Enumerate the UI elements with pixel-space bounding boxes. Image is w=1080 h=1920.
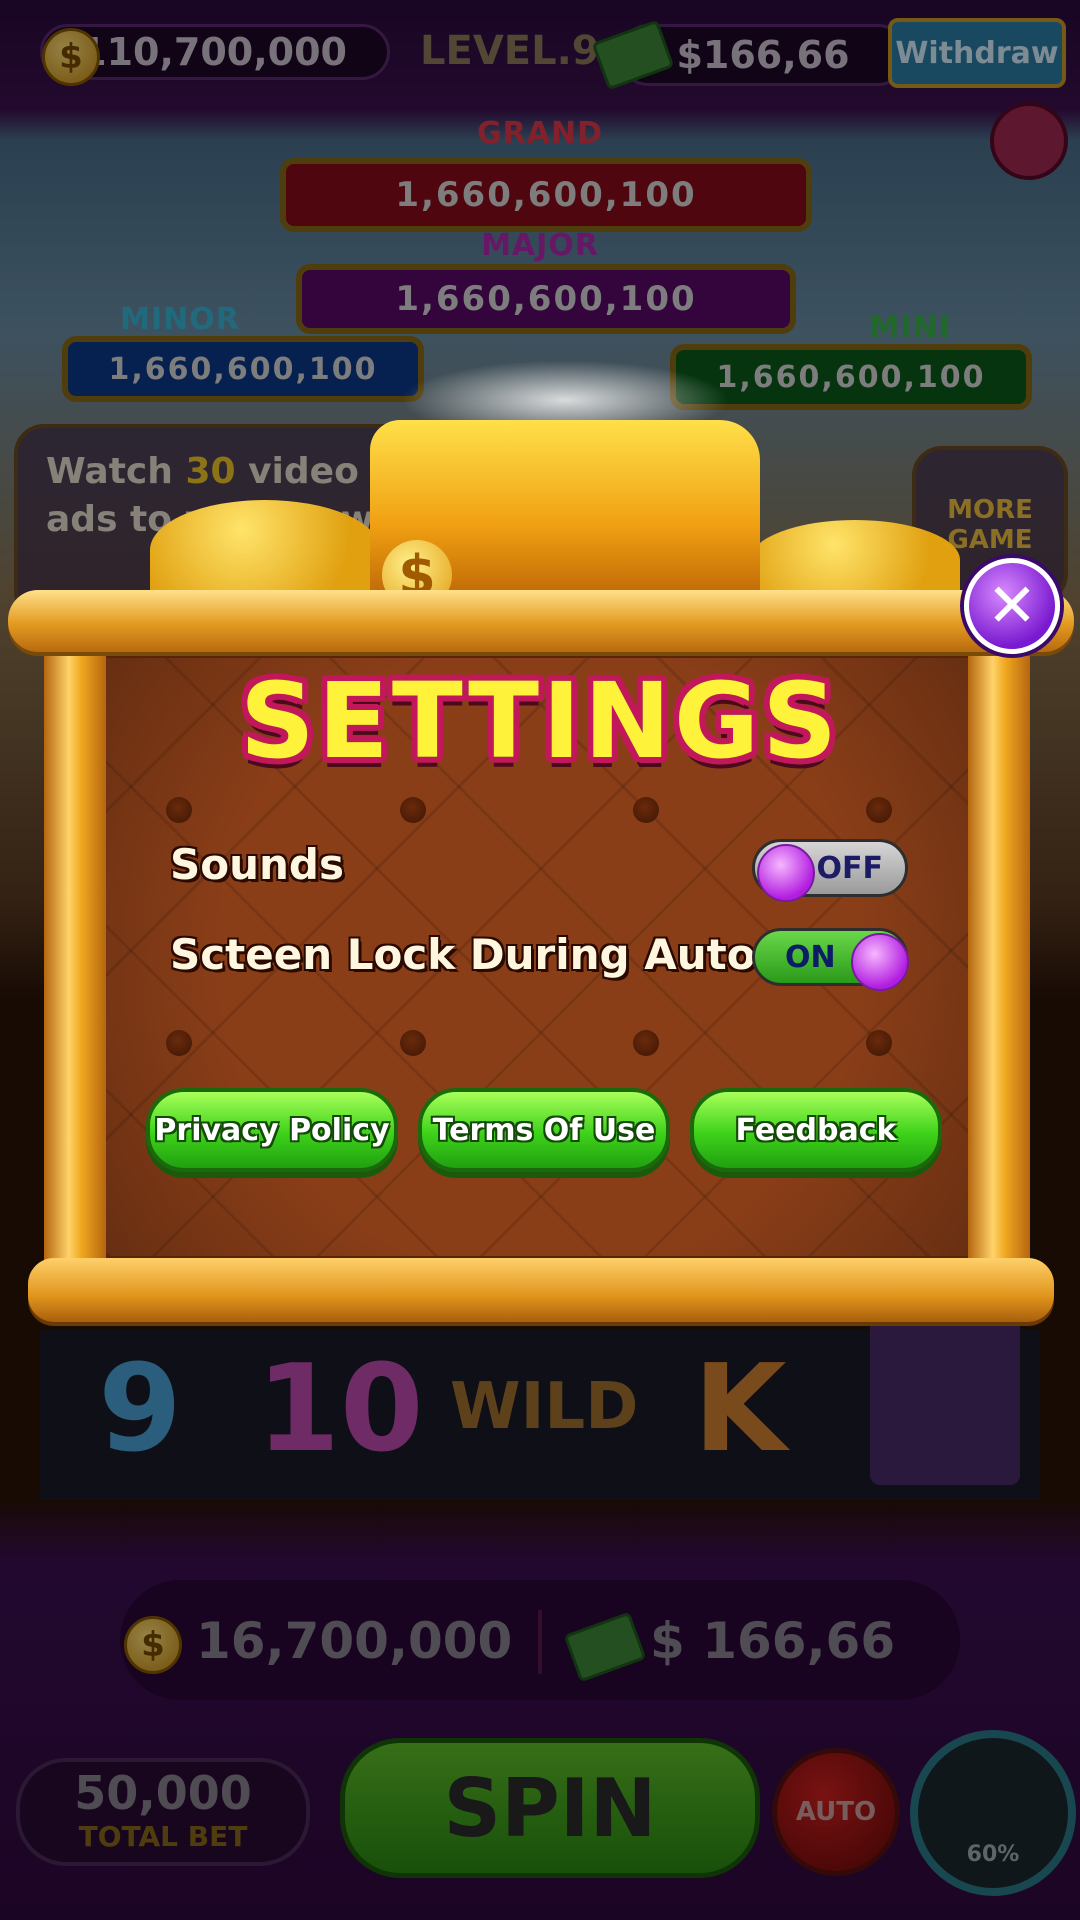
feedback-button[interactable]: Feedback <box>690 1088 942 1172</box>
screen-lock-label: Scteen Lock During Auto <box>170 930 756 979</box>
sounds-toggle-state: OFF <box>816 850 884 886</box>
privacy-policy-label: Privacy Policy <box>154 1112 390 1148</box>
panel-tuft <box>166 797 192 823</box>
gold-nuggets-right <box>750 520 960 600</box>
panel-tuft <box>400 797 426 823</box>
panel-tuft <box>866 1030 892 1056</box>
toggle-knob <box>757 844 815 902</box>
close-icon: ✕ <box>986 571 1038 641</box>
sounds-toggle[interactable]: OFF <box>752 839 908 902</box>
panel-tuft <box>633 797 659 823</box>
terms-of-use-button[interactable]: Terms Of Use <box>418 1088 670 1172</box>
panel-tuft <box>866 797 892 823</box>
feedback-label: Feedback <box>735 1112 897 1148</box>
frame-pillar-left <box>44 640 106 1260</box>
panel-tuft <box>400 1030 426 1056</box>
panel-tuft <box>633 1030 659 1056</box>
settings-title: SETTINGS <box>239 660 841 782</box>
terms-of-use-label: Terms Of Use <box>432 1112 656 1148</box>
frame-top-beam <box>8 590 1074 652</box>
screen-lock-toggle[interactable]: ON <box>752 928 909 991</box>
close-button[interactable]: ✕ <box>964 558 1060 654</box>
gold-nuggets-left <box>150 500 380 600</box>
toggle-knob <box>851 933 909 991</box>
sounds-label: Sounds <box>170 840 344 889</box>
screen-lock-toggle-state: ON <box>785 939 836 975</box>
frame-bottom-beam <box>28 1258 1054 1322</box>
privacy-policy-button[interactable]: Privacy Policy <box>146 1088 398 1172</box>
panel-tuft <box>166 1030 192 1056</box>
